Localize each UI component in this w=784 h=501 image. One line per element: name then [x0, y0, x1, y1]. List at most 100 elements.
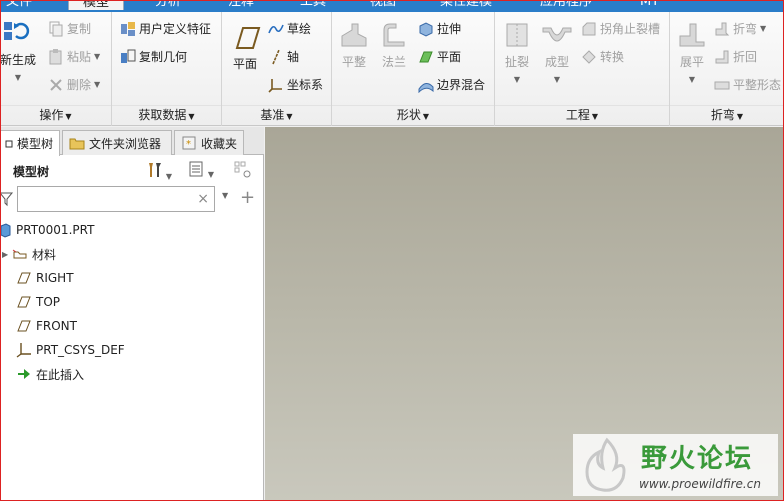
axis-button[interactable]: 轴 — [268, 48, 299, 66]
extrude-icon — [418, 21, 434, 37]
tab-folder-browser[interactable]: 文件夹浏览器 — [62, 130, 172, 155]
group-operations-label[interactable]: 操作 ▼ — [0, 105, 111, 123]
folder-icon — [69, 135, 85, 151]
add-icon[interactable]: + — [240, 187, 255, 208]
bend-back-button[interactable]: 折回 — [714, 48, 757, 66]
columns-icon — [234, 161, 251, 178]
tab-tools[interactable]: 工具 — [300, 0, 326, 10]
tree-node-insert-here[interactable]: 在此插入 — [0, 363, 264, 385]
paste-button[interactable]: 粘贴 ▼ — [48, 48, 100, 66]
copy-label: 复制 — [67, 22, 92, 36]
tree-node-csys[interactable]: PRT_CSYS_DEF — [0, 339, 264, 361]
unbend-icon — [676, 20, 708, 52]
tree-node-front[interactable]: FRONT — [0, 315, 264, 337]
unbend-button[interactable]: 展平 ▼ — [674, 20, 710, 88]
shapes-label-text: 形状 — [396, 108, 421, 122]
tab-folder-browser-label: 文件夹浏览器 — [89, 136, 162, 151]
copy-button[interactable]: 复制 — [48, 20, 91, 38]
forum-watermark: 野火论坛 www.proewildfire.cn — [573, 434, 778, 496]
tree-node-material[interactable]: ▶ 材料 — [0, 243, 264, 265]
tree-columns-button[interactable] — [234, 161, 251, 182]
flat-wall-button[interactable]: 平整 — [336, 20, 372, 70]
tree-show-button[interactable]: ▼ — [188, 161, 214, 180]
form-icon — [541, 20, 573, 52]
rip-dropdown-icon[interactable]: ▼ — [514, 75, 520, 84]
unbend-dropdown-icon[interactable]: ▼ — [689, 75, 695, 84]
copy-geometry-label: 复制几何 — [139, 50, 188, 64]
model-tree-filter-row: × ▼ + — [0, 185, 264, 213]
csys-icon — [268, 77, 284, 93]
udf-button[interactable]: 用户定义特征 — [120, 20, 211, 38]
expand-arrow-icon[interactable]: ▶ — [0, 250, 12, 259]
delete-button[interactable]: 删除 ▼ — [48, 76, 100, 94]
tab-flexible-modeling[interactable]: 柔性建模 — [440, 0, 492, 10]
planar-button[interactable]: 平面 — [418, 48, 461, 66]
regenerate-dropdown-icon[interactable]: ▼ — [15, 73, 21, 82]
regenerate-button[interactable]: 新生成 ▼ — [0, 18, 42, 86]
tab-file[interactable]: 文件 — [6, 0, 32, 10]
tab-model[interactable]: 模型 — [68, 0, 125, 10]
form-button[interactable]: 成型 ▼ — [539, 20, 575, 88]
boundary-blend-icon — [418, 77, 434, 94]
tab-annotate[interactable]: 注释 — [228, 0, 254, 10]
insert-arrow-icon — [16, 366, 32, 382]
close-icon[interactable]: × — [197, 191, 209, 207]
group-engineering: 扯裂 ▼ 成型 ▼ 拐角止裂槽 转换 工程 ▼ — [495, 12, 670, 126]
csys-button[interactable]: 坐标系 — [268, 76, 323, 94]
copy-icon — [48, 21, 64, 37]
convert-button[interactable]: 转换 — [581, 48, 624, 66]
tools-icon — [146, 161, 162, 177]
tree-node-right[interactable]: RIGHT — [0, 267, 264, 289]
rip-label: 扯裂 — [504, 55, 529, 69]
search-input[interactable] — [18, 187, 193, 211]
chevron-down-icon: ▼ — [65, 112, 72, 121]
tree-node-part[interactable]: PRT0001.PRT — [0, 219, 264, 241]
rip-button[interactable]: 扯裂 ▼ — [499, 20, 535, 88]
tree-settings-button[interactable]: ▼ — [146, 161, 172, 182]
flange-button[interactable]: 法兰 — [376, 20, 412, 70]
tree-node-label: PRT0001.PRT — [16, 223, 95, 237]
tree-node-label: PRT_CSYS_DEF — [36, 343, 125, 357]
bend-dropdown-icon[interactable]: ▼ — [760, 20, 766, 38]
datum-plane-button[interactable]: 平面 — [226, 22, 264, 72]
tab-applications[interactable]: 应用程序 — [540, 0, 592, 10]
form-dropdown-icon[interactable]: ▼ — [554, 75, 560, 84]
chevron-down-icon[interactable]: ▼ — [222, 191, 228, 200]
flat-wall-label: 平整 — [341, 55, 366, 69]
corner-relief-button[interactable]: 拐角止裂槽 — [581, 20, 660, 38]
ribbon-tab-strip: 文件 模型 分析 注释 工具 视图 柔性建模 应用程序 MY — [0, 0, 784, 12]
tab-favorites-label: 收藏夹 — [201, 136, 238, 151]
tab-favorites[interactable]: * 收藏夹 — [174, 130, 244, 155]
navigator-tabs: 模型树 文件夹浏览器 * 收藏夹 — [0, 127, 264, 156]
group-engineering-label[interactable]: 工程 ▼ — [495, 105, 669, 123]
copy-geometry-button[interactable]: 复制几何 — [120, 48, 187, 66]
flat-pattern-button[interactable]: 平整形态 — [714, 76, 781, 94]
flame-logo-icon — [585, 437, 626, 492]
paste-dropdown-icon[interactable]: ▼ — [94, 48, 100, 66]
group-shapes-label[interactable]: 形状 ▼ — [332, 105, 494, 123]
datum-plane-icon — [16, 318, 32, 334]
filter-icon[interactable] — [0, 191, 16, 207]
boundary-blend-label: 边界混合 — [437, 78, 486, 92]
sketch-button[interactable]: 草绘 — [268, 20, 311, 38]
bend-button[interactable]: 折弯 ▼ — [714, 20, 766, 38]
group-datum-label[interactable]: 基准 ▼ — [222, 105, 331, 123]
planar-label: 平面 — [437, 50, 462, 64]
boundary-blend-button[interactable]: 边界混合 — [418, 76, 485, 94]
svg-text:*: * — [186, 139, 191, 150]
tab-view[interactable]: 视图 — [370, 0, 396, 10]
part-icon — [0, 222, 12, 238]
tab-model-tree-label: 模型树 — [17, 137, 54, 151]
flange-label: 法兰 — [381, 55, 406, 69]
chevron-down-icon: ▼ — [422, 112, 430, 121]
delete-dropdown-icon[interactable]: ▼ — [94, 76, 100, 94]
bend-back-label: 折回 — [733, 50, 758, 64]
tab-my[interactable]: MY — [640, 0, 659, 10]
group-get-data-label[interactable]: 获取数据 ▼ — [112, 105, 221, 123]
group-bend-label[interactable]: 折弯 ▼ — [670, 105, 784, 123]
extrude-label: 拉伸 — [437, 22, 462, 36]
tab-analysis[interactable]: 分析 — [155, 0, 181, 10]
extrude-button[interactable]: 拉伸 — [418, 20, 461, 38]
tab-model-tree[interactable]: 模型树 — [0, 130, 60, 156]
tree-node-top[interactable]: TOP — [0, 291, 264, 313]
